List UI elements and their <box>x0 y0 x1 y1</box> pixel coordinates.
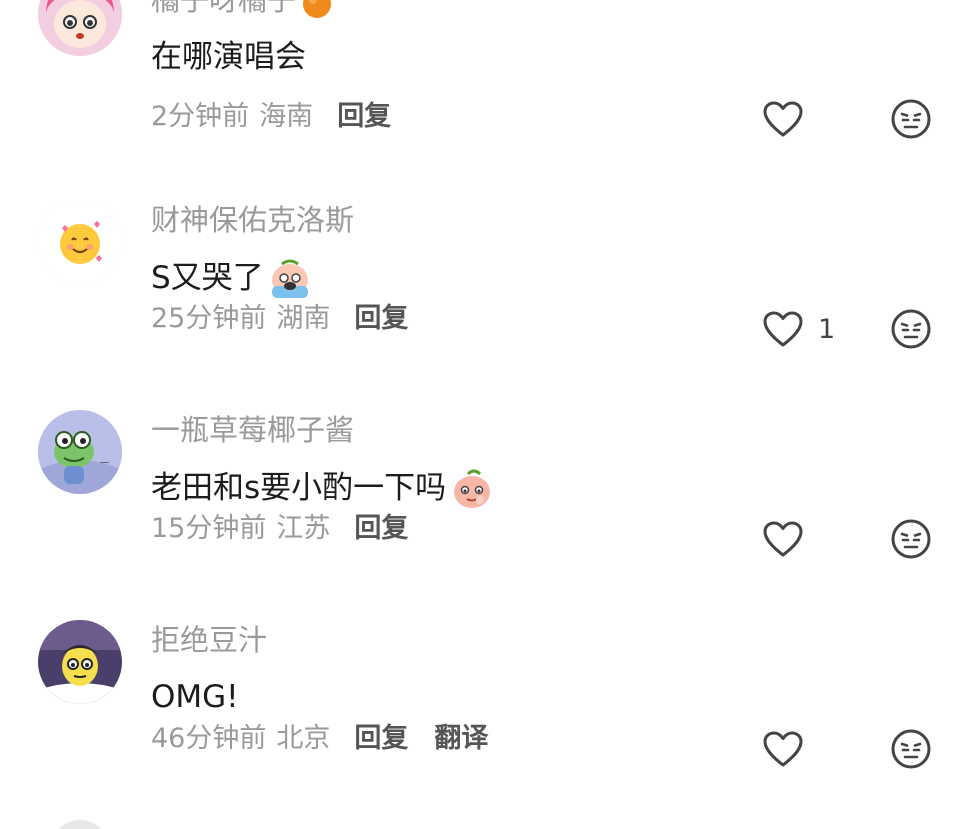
svg-text:一: 一 <box>100 459 109 469</box>
smiling-face-with-hearts-avatar-icon <box>38 200 122 284</box>
comment-location: 北京 <box>276 723 331 754</box>
avatar[interactable]: 一 <box>38 410 122 494</box>
neutral-face-icon <box>891 309 931 349</box>
comment-meta: 46分钟前 北京 回复 翻译 <box>151 720 488 758</box>
username[interactable]: 橘子呀橘子 <box>151 0 334 20</box>
translate-button[interactable]: 翻译 <box>434 720 488 758</box>
dislike-button[interactable] <box>890 518 932 560</box>
frog-cartoon-avatar-icon: 一 <box>38 410 122 494</box>
like-button[interactable] <box>762 520 804 558</box>
reply-button[interactable]: 回复 <box>354 720 408 758</box>
neutral-face-icon <box>891 729 931 769</box>
reply-button[interactable]: 回复 <box>354 300 408 338</box>
avatar[interactable] <box>38 200 122 284</box>
heart-icon <box>763 311 803 347</box>
comment-item: 财神保佑克洛斯 S又哭了 25分钟前 湖南 回复 1 <box>0 200 960 410</box>
like-count: 1 <box>818 313 836 345</box>
comment-meta: 15分钟前 江苏 回复 <box>151 510 408 548</box>
comment-time: 46分钟前 <box>151 723 267 754</box>
comment-meta: 2分钟前 海南 回复 <box>151 98 391 136</box>
like-button[interactable] <box>762 100 804 138</box>
comment-list: 橘子呀橘子 在哪演唱会 2分钟前 海南 回复 财神保佑克洛斯 S又哭了 25分钟… <box>0 0 960 829</box>
username[interactable]: 拒绝豆汁 <box>151 620 267 660</box>
username[interactable]: 一瓶草莓椰子酱 <box>151 410 354 450</box>
avatar[interactable] <box>38 0 122 56</box>
like-button[interactable] <box>762 730 804 768</box>
cartoon-man-avatar-icon <box>38 620 122 704</box>
comment-text: 在哪演唱会 <box>151 39 306 75</box>
comment-text: OMG! <box>151 679 239 715</box>
comment-location: 湖南 <box>276 303 331 334</box>
comment-item: 拒绝豆汁 OMG! 46分钟前 北京 回复 翻译 <box>0 620 960 829</box>
comment-time: 15分钟前 <box>151 513 267 544</box>
comment-text: 老田和s要小酌一下吗 <box>151 466 494 510</box>
orange-icon <box>300 0 334 19</box>
neutral-face-icon <box>891 519 931 559</box>
comment-time: 2分钟前 <box>151 101 250 132</box>
neutral-face-icon <box>891 99 931 139</box>
heart-icon <box>763 731 803 767</box>
comment-location: 海南 <box>259 101 314 132</box>
crying-emoji-icon <box>268 256 312 300</box>
comment-item: 橘子呀橘子 在哪演唱会 2分钟前 海南 回复 <box>0 0 960 200</box>
heart-icon <box>763 521 803 557</box>
avatar[interactable] <box>38 620 122 704</box>
reply-button[interactable]: 回复 <box>337 98 391 136</box>
reply-button[interactable]: 回复 <box>354 510 408 548</box>
dislike-button[interactable] <box>890 308 932 350</box>
like-button[interactable]: 1 <box>762 310 835 348</box>
comment-location: 江苏 <box>276 513 331 544</box>
comment-time: 25分钟前 <box>151 303 267 334</box>
dislike-button[interactable] <box>890 728 932 770</box>
peach-face-emoji-icon <box>450 466 494 510</box>
comment-text: S又哭了 <box>151 256 312 300</box>
comment-item: 一 一瓶草莓椰子酱 老田和s要小酌一下吗 15分钟前 江苏 回复 <box>0 410 960 620</box>
comment-meta: 25分钟前 湖南 回复 <box>151 300 408 338</box>
heart-icon <box>763 101 803 137</box>
anime-girl-avatar-icon <box>38 0 122 56</box>
username[interactable]: 财神保佑克洛斯 <box>151 200 354 240</box>
dislike-button[interactable] <box>890 98 932 140</box>
